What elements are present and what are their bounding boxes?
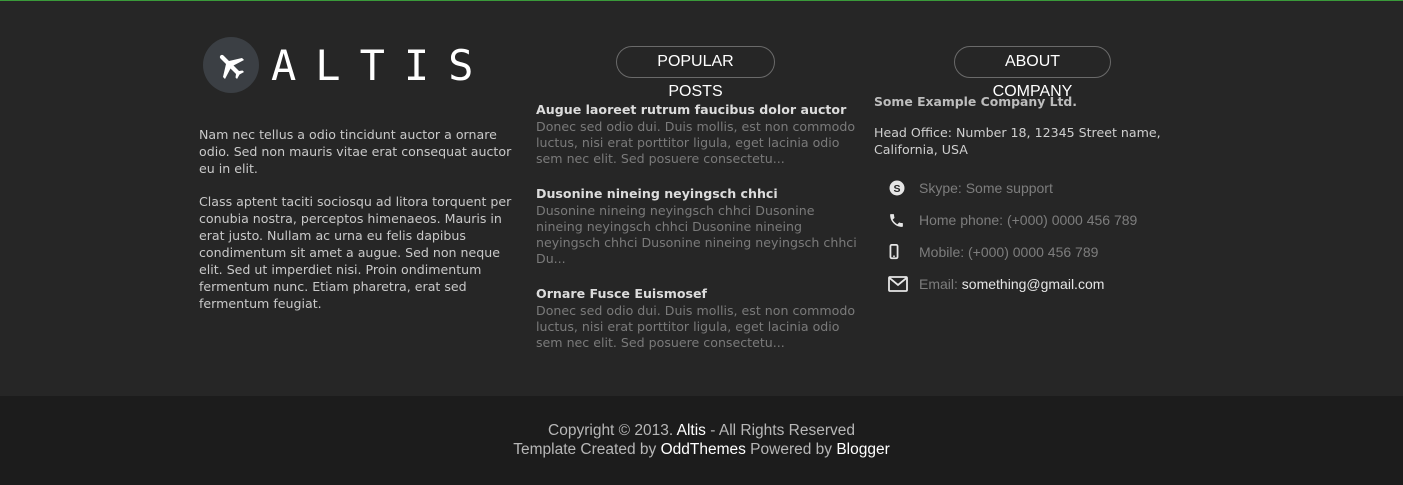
copyright-suffix: - All Rights Reserved <box>705 422 855 439</box>
popular-posts-title: POPULAR POSTS <box>616 46 775 100</box>
post-excerpt: Donec sed odio dui. Duis mollis, est non… <box>536 119 856 166</box>
post-item: Dusonine nineing neyingsch chhci Dusonin… <box>536 185 858 267</box>
post-title-link[interactable]: Augue laoreet rutrum faucibus dolor auct… <box>536 101 858 118</box>
about-company-section: Some Example Company Ltd. Head Office: N… <box>874 93 1174 300</box>
about-company-title: ABOUT COMPANY <box>954 46 1111 100</box>
popular-posts-list: Augue laoreet rutrum faucibus dolor auct… <box>536 101 858 369</box>
post-title-link[interactable]: Ornare Fusce Euismosef <box>536 285 858 302</box>
company-office-address: Head Office: Number 18, 12345 Street nam… <box>874 125 1161 157</box>
site-logo[interactable]: ALTIS <box>203 37 492 93</box>
contact-skype: S Skype: Some support <box>874 172 1174 204</box>
company-name: Some Example Company Ltd. <box>874 94 1077 109</box>
airplane-icon <box>203 37 259 93</box>
footer-credits: Copyright © 2013. Altis - All Rights Res… <box>0 396 1403 485</box>
brand-link[interactable]: Altis <box>677 422 706 439</box>
created-prefix: Template Created by <box>513 441 661 458</box>
copyright-prefix: Copyright © 2013. <box>548 422 677 439</box>
contact-email-label: Email: <box>919 276 962 292</box>
contact-mobile: Mobile: (+000) 0000 456 789 <box>874 236 1174 268</box>
contact-home-phone: Home phone: (+000) 0000 456 789 <box>874 204 1174 236</box>
contact-list: S Skype: Some support Home phone: (+000)… <box>874 172 1174 300</box>
envelope-icon <box>888 276 916 292</box>
post-excerpt: Donec sed odio dui. Duis mollis, est non… <box>536 303 856 350</box>
about-site-text: Nam nec tellus a odio tincidunt auctor a… <box>199 126 517 328</box>
oddthemes-link[interactable]: OddThemes <box>661 441 746 458</box>
skype-icon: S <box>888 179 916 197</box>
post-item: Augue laoreet rutrum faucibus dolor auct… <box>536 101 858 167</box>
svg-text:S: S <box>893 183 900 195</box>
footer-widgets: ALTIS Nam nec tellus a odio tincidunt au… <box>0 1 1403 396</box>
about-paragraph: Nam nec tellus a odio tincidunt auctor a… <box>199 127 512 176</box>
contact-skype-text: Skype: Some support <box>919 180 1053 196</box>
post-title-link[interactable]: Dusonine nineing neyingsch chhci <box>536 185 858 202</box>
contact-email: Email: something@gmail.com <box>874 268 1174 300</box>
about-paragraph: Class aptent taciti sociosqu ad litora t… <box>199 194 512 311</box>
contact-email-text: Email: something@gmail.com <box>919 276 1104 292</box>
copyright-line: Copyright © 2013. Altis - All Rights Res… <box>0 422 1403 440</box>
phone-icon <box>888 212 916 229</box>
powered-prefix: Powered by <box>745 441 837 458</box>
mobile-icon <box>888 244 916 260</box>
contact-home-phone-text: Home phone: (+000) 0000 456 789 <box>919 212 1138 228</box>
blogger-link[interactable]: Blogger <box>836 441 889 458</box>
post-item: Ornare Fusce Euismosef Donec sed odio du… <box>536 285 858 351</box>
contact-mobile-text: Mobile: (+000) 0000 456 789 <box>919 244 1099 260</box>
credits-line: Template Created by OddThemes Powered by… <box>0 441 1403 459</box>
contact-email-link[interactable]: something@gmail.com <box>962 276 1105 292</box>
post-excerpt: Dusonine nineing neyingsch chhci Dusonin… <box>536 203 857 266</box>
logo-text: ALTIS <box>271 40 493 90</box>
